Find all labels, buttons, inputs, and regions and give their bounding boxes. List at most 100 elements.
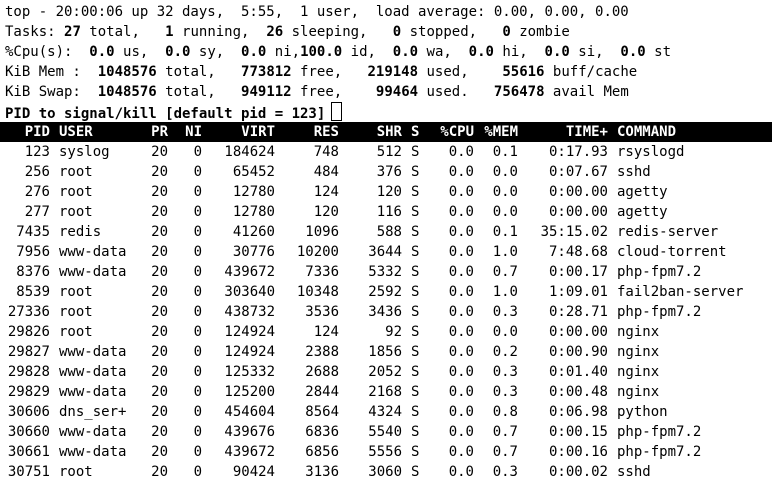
- process-pid: 29827: [7, 344, 50, 360]
- process-cpu: 0.0: [448, 304, 474, 320]
- summary-label: id,: [342, 44, 393, 60]
- process-pid: 29828: [7, 364, 50, 380]
- process-user: syslog: [59, 144, 110, 160]
- process-cpu: 0.0: [448, 444, 474, 460]
- process-row[interactable]: 276 root 20 0 12780 124 120 S 0.0 0.0 0:00.00 agett…: [0, 182, 772, 202]
- process-s: S: [411, 404, 420, 420]
- process-res: 3536: [305, 304, 339, 320]
- terminal-window[interactable]: top - 20:00:06 up 32 days, 5:55, 1 user,…: [0, 0, 772, 493]
- col-header-command: COMMAND: [617, 124, 677, 140]
- process-time: 0:07.67: [548, 164, 608, 180]
- process-command: redis-server: [617, 224, 719, 240]
- process-ni: 0: [193, 404, 202, 420]
- process-pr: 20: [151, 444, 168, 460]
- swap-line: KiB Swap: 1048576 total, 949112 free, 99…: [5, 82, 772, 102]
- process-virt: 439672: [224, 444, 275, 460]
- process-user: www-data: [59, 364, 127, 380]
- kill-prompt[interactable]: PID to signal/kill [default pid = 123]: [5, 102, 772, 122]
- col-header-res: RES: [313, 124, 339, 140]
- process-row[interactable]: 7435 redis 20 0 41260 1096 588 S 0.0 0.1 35:15.02 r…: [0, 222, 772, 242]
- process-row[interactable]: 256 root 20 0 65452 484 376 S 0.0 0.0 0:07.67 sshd: [0, 162, 772, 182]
- process-virt: 12780: [232, 184, 275, 200]
- process-user: www-data: [59, 424, 127, 440]
- process-time: 0:00.16: [548, 444, 608, 460]
- process-row[interactable]: 277 root 20 0 12780 120 116 S 0.0 0.0 0:00.00 agett…: [0, 202, 772, 222]
- process-command: agetty: [617, 204, 668, 220]
- summary-label: running,: [173, 24, 267, 40]
- process-shr: 376: [376, 164, 402, 180]
- summary-value: 0.0: [89, 44, 115, 60]
- process-s: S: [411, 164, 420, 180]
- process-row[interactable]: 30660 www-data 20 0 439676 6836 5540 S 0.0 0.7 0:0…: [0, 422, 772, 442]
- process-user: root: [59, 324, 93, 340]
- process-mem: 0.0: [492, 184, 518, 200]
- process-row[interactable]: 29829 www-data 20 0 125200 2844 2168 S 0.0 0.3 0:0…: [0, 382, 772, 402]
- process-pid: 29826: [7, 324, 50, 340]
- process-s: S: [411, 364, 420, 380]
- process-row[interactable]: 30751 root 20 0 90424 3136 3060 S 0.0 0.3 0:00.02 s…: [0, 462, 772, 482]
- summary-label: total,: [156, 84, 242, 100]
- process-cpu: 0.0: [448, 144, 474, 160]
- process-table-header: PID USER PR NI VIRT RES SHR S %CPU %MEM …: [0, 122, 772, 142]
- process-virt: 12780: [232, 204, 275, 220]
- process-time: 0:00.90: [548, 344, 608, 360]
- process-res: 6836: [305, 424, 339, 440]
- process-res: 3136: [305, 464, 339, 480]
- process-pid: 256: [24, 164, 50, 180]
- process-time: 35:15.02: [540, 224, 608, 240]
- summary-label: used.: [418, 84, 494, 100]
- summary-label: ni,: [266, 44, 301, 60]
- process-virt: 439676: [224, 424, 275, 440]
- summary-value: 27: [64, 24, 81, 40]
- process-shr: 116: [376, 204, 402, 220]
- col-header-pr: PR: [151, 124, 168, 140]
- process-user: root: [59, 464, 93, 480]
- process-row[interactable]: 7956 www-data 20 0 30776 10200 3644 S 0.0 1.0 7:48…: [0, 242, 772, 262]
- process-cpu: 0.0: [448, 164, 474, 180]
- process-shr: 5540: [368, 424, 402, 440]
- process-s: S: [411, 444, 420, 460]
- process-pid: 277: [24, 204, 50, 220]
- process-pr: 20: [151, 384, 168, 400]
- process-row[interactable]: 29827 www-data 20 0 124924 2388 1856 S 0.0 0.2 0:0…: [0, 342, 772, 362]
- summary-label: st: [645, 44, 672, 60]
- process-s: S: [411, 304, 420, 320]
- process-time: 0:06.98: [548, 404, 608, 420]
- process-row[interactable]: 123 syslog 20 0 184624 748 512 S 0.0 0.1 0:17.93 rs…: [0, 142, 772, 162]
- process-ni: 0: [193, 244, 202, 260]
- process-virt: 125332: [224, 364, 275, 380]
- process-pid: 123: [24, 144, 50, 160]
- col-header-ni: NI: [185, 124, 202, 140]
- process-s: S: [411, 184, 420, 200]
- process-user: root: [59, 304, 93, 320]
- summary-value: 219148: [367, 64, 419, 80]
- process-row[interactable]: 30606 dns_ser+ 20 0 454604 8564 4324 S 0.0 0.8 0:0…: [0, 402, 772, 422]
- process-pid: 7956: [16, 244, 50, 260]
- process-ni: 0: [193, 304, 202, 320]
- process-s: S: [411, 344, 420, 360]
- process-row[interactable]: 29828 www-data 20 0 125332 2688 2052 S 0.0 0.3 0:0…: [0, 362, 772, 382]
- process-row[interactable]: 27336 root 20 0 438732 3536 3436 S 0.0 0.3 0:28.71…: [0, 302, 772, 322]
- process-cpu: 0.0: [448, 184, 474, 200]
- process-res: 120: [313, 204, 339, 220]
- process-ni: 0: [193, 184, 202, 200]
- process-res: 2388: [305, 344, 339, 360]
- process-row[interactable]: 8539 root 20 0 303640 10348 2592 S 0.0 1.0 1:09.01…: [0, 282, 772, 302]
- process-command: nginx: [617, 344, 660, 360]
- process-command: sshd: [617, 164, 651, 180]
- process-time: 7:48.68: [548, 244, 608, 260]
- process-user: www-data: [59, 344, 127, 360]
- process-row[interactable]: 8376 www-data 20 0 439672 7336 5332 S 0.0 0.7 0:00…: [0, 262, 772, 282]
- summary-label: free,: [291, 64, 368, 80]
- process-s: S: [411, 204, 420, 220]
- process-virt: 439672: [224, 264, 275, 280]
- summary-value: 100.0: [300, 44, 343, 60]
- process-user: www-data: [59, 444, 127, 460]
- process-row[interactable]: 29826 root 20 0 124924 124 92 S 0.0 0.0 0:00.00 ngi…: [0, 322, 772, 342]
- process-mem: 0.2: [492, 344, 518, 360]
- text-cursor[interactable]: [331, 102, 343, 121]
- summary-value: 949112: [241, 84, 292, 100]
- process-mem: 0.0: [492, 164, 518, 180]
- process-time: 0:00.17: [548, 264, 608, 280]
- process-row[interactable]: 30661 www-data 20 0 439672 6856 5556 S 0.0 0.7 0:0…: [0, 442, 772, 462]
